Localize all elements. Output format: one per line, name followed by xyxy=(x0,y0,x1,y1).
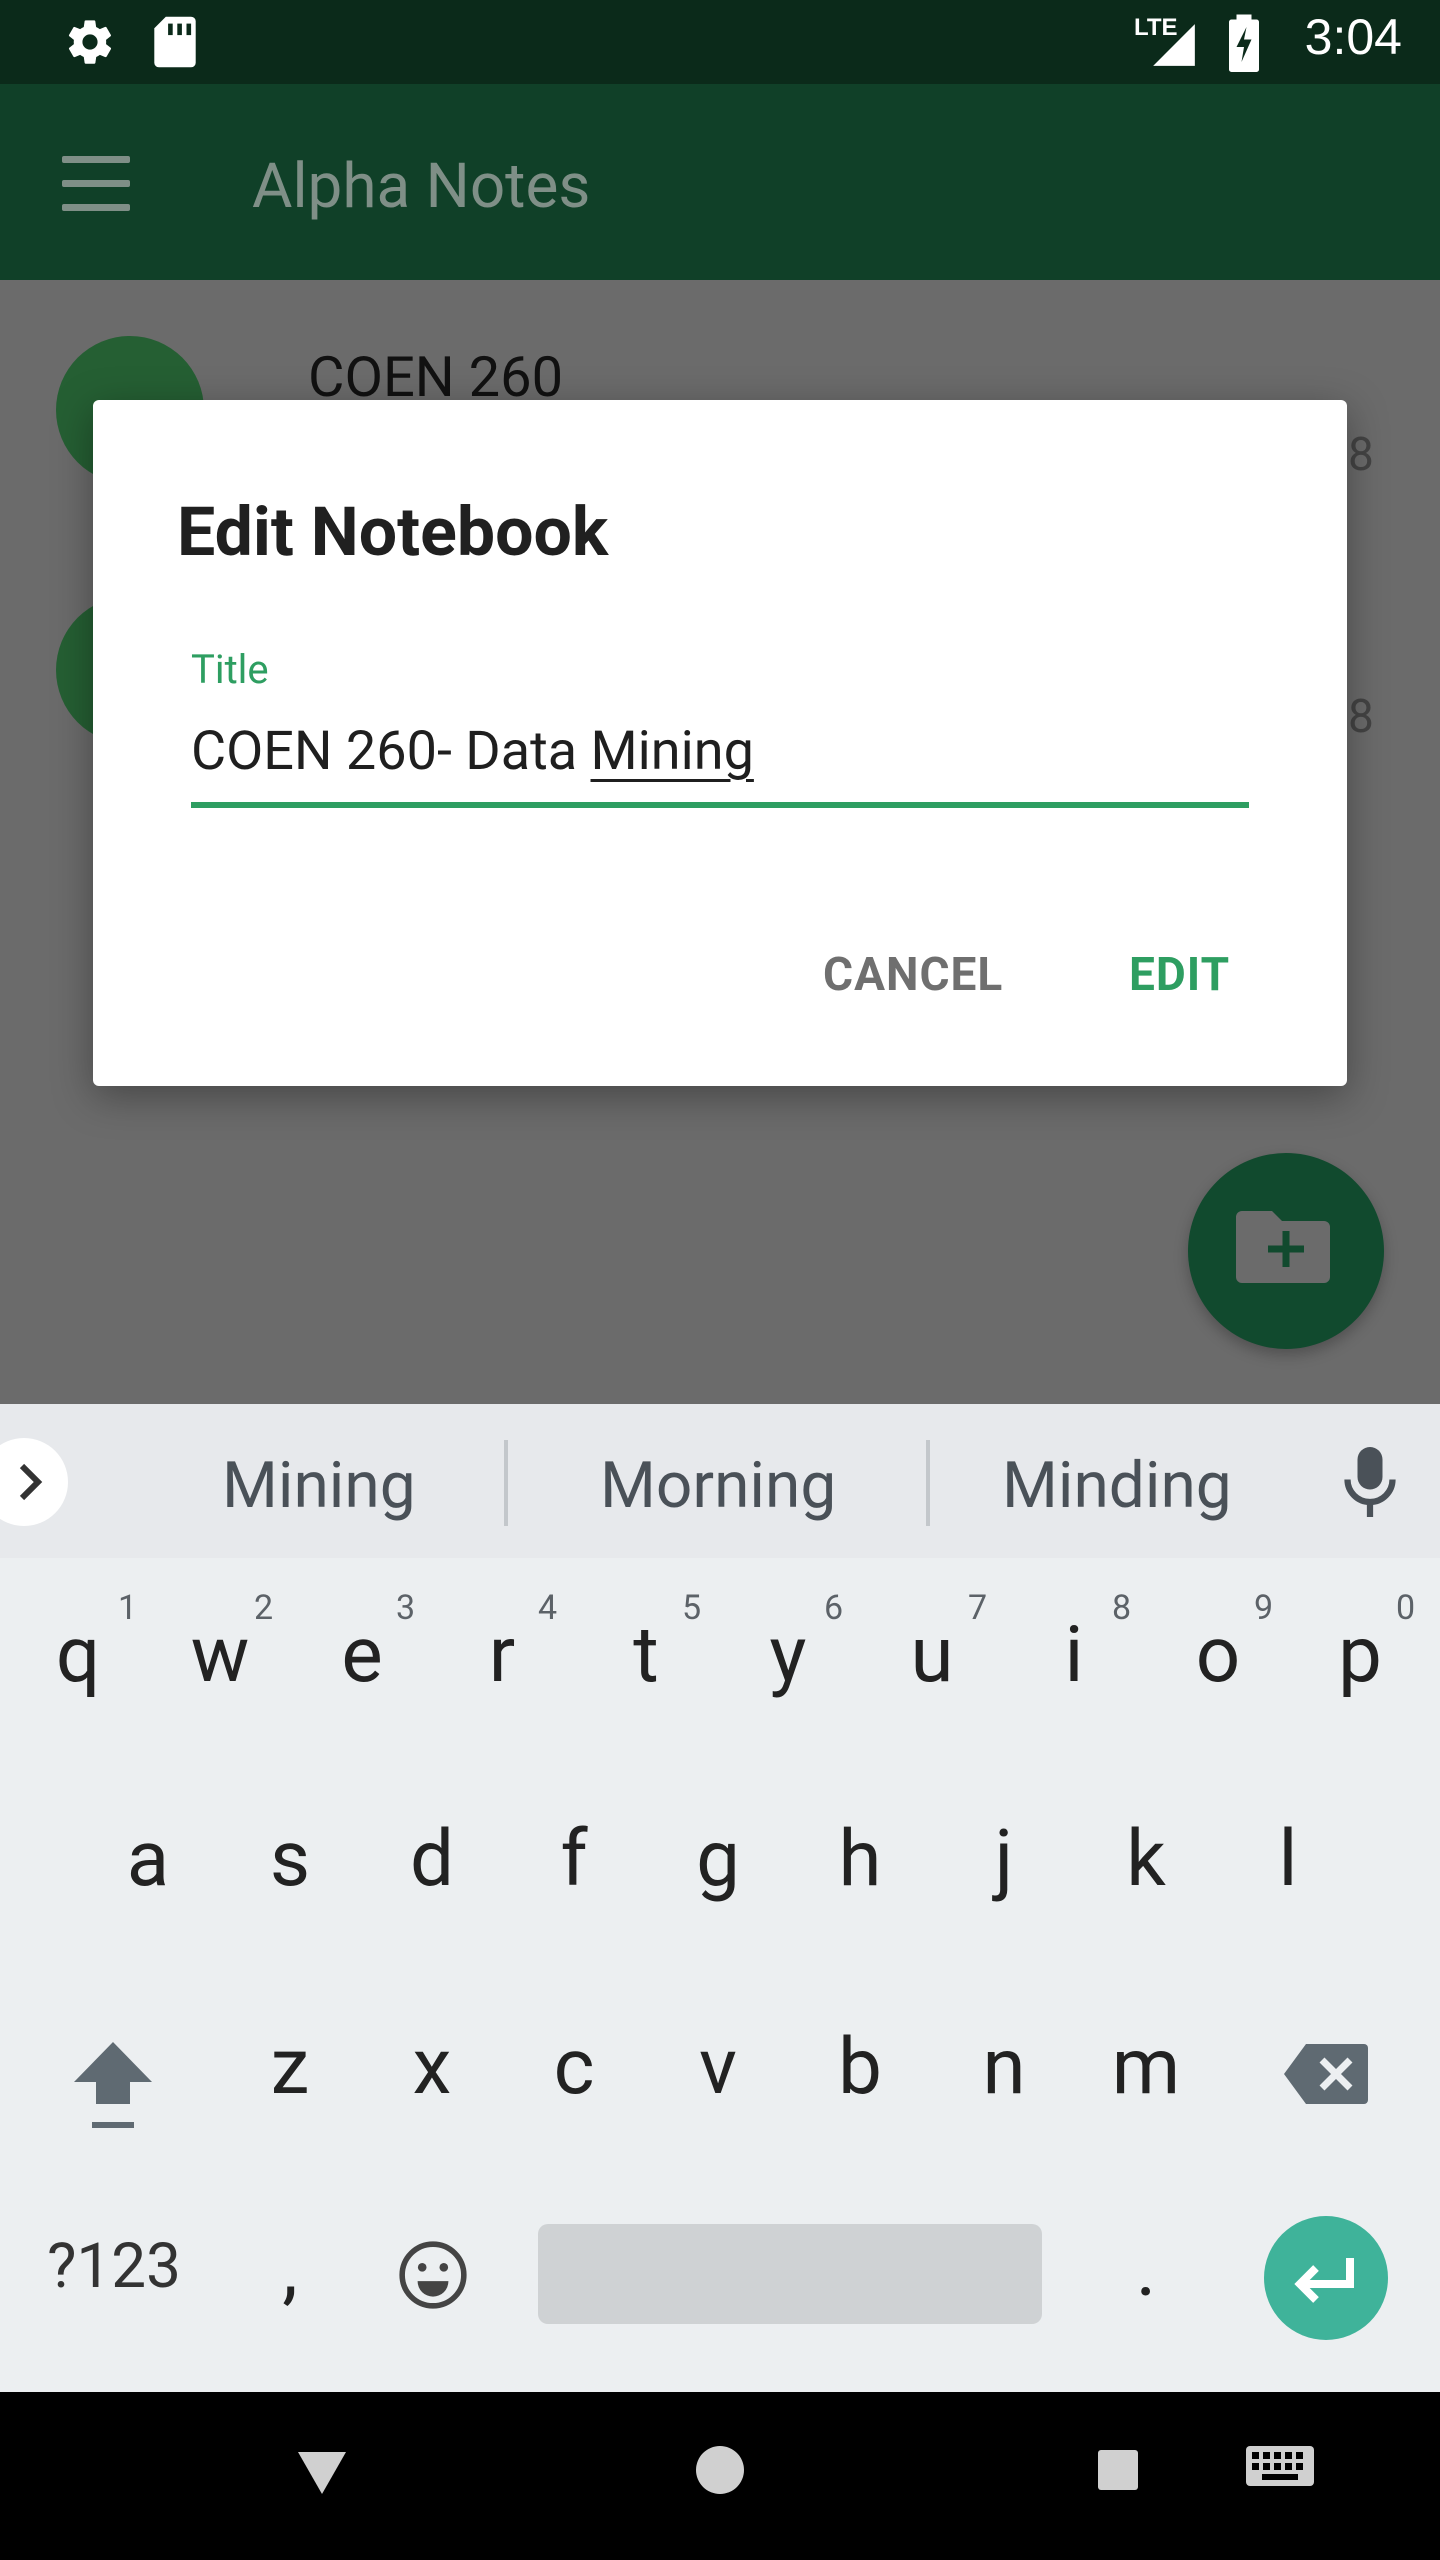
key-k[interactable]: k xyxy=(1086,1814,1206,1905)
composing-word: Mining xyxy=(590,720,754,783)
spacebar[interactable] xyxy=(538,2224,1042,2324)
key-hint-3: 3 xyxy=(396,1588,416,1628)
suggestion-divider xyxy=(926,1440,930,1526)
key-f[interactable]: f xyxy=(514,1814,634,1905)
key-hint-9: 9 xyxy=(1254,1588,1274,1628)
key-d[interactable]: d xyxy=(372,1814,492,1905)
keyboard-switch-icon[interactable] xyxy=(1244,2444,1316,2496)
app-title: Alpha Notes xyxy=(252,150,591,223)
app-bar: Alpha Notes xyxy=(0,84,1440,280)
key-l[interactable]: l xyxy=(1228,1814,1348,1905)
edit-notebook-dialog: Edit Notebook Title COEN 260- Data Minin… xyxy=(93,400,1347,1086)
emoji-icon[interactable] xyxy=(396,2238,470,2312)
clock: 3:04 xyxy=(1304,9,1402,65)
key-hint-6: 6 xyxy=(824,1588,844,1628)
microphone-icon[interactable] xyxy=(1340,1444,1400,1520)
backspace-icon[interactable] xyxy=(1282,2042,1370,2106)
key-hint-2: 2 xyxy=(254,1588,274,1628)
suggestion-divider xyxy=(504,1440,508,1526)
chevron-right-icon xyxy=(19,1463,43,1501)
key-hint-4: 4 xyxy=(538,1588,558,1628)
key-period[interactable]: . xyxy=(1086,2224,1206,2315)
key-hint-0: 0 xyxy=(1396,1588,1416,1628)
enter-icon xyxy=(1294,2258,1354,2303)
expand-suggestions-button[interactable] xyxy=(0,1438,68,1526)
key-m[interactable]: m xyxy=(1086,2022,1206,2113)
key-hint-5: 5 xyxy=(682,1588,702,1628)
suggestion-3[interactable]: Minding xyxy=(1002,1448,1232,1523)
status-bar: LTE 3:04 xyxy=(0,0,1440,84)
dialog-title: Edit Notebook xyxy=(177,492,609,572)
cancel-button[interactable]: CANCEL xyxy=(823,948,1003,1002)
title-field-label: Title xyxy=(191,646,269,693)
key-z[interactable]: z xyxy=(230,2022,350,2113)
key-j[interactable]: j xyxy=(944,1814,1064,1905)
sd-card-icon xyxy=(154,16,196,68)
key-s[interactable]: s xyxy=(230,1814,350,1905)
hamburger-menu-icon[interactable] xyxy=(62,156,130,212)
navigation-bar xyxy=(0,2392,1440,2560)
suggestion-strip: Mining Morning Minding xyxy=(0,1404,1440,1558)
symbols-key[interactable]: ?123 xyxy=(44,2230,184,2303)
add-notebook-button[interactable] xyxy=(1188,1153,1384,1349)
key-hint-8: 8 xyxy=(1112,1588,1132,1628)
title-input-underline xyxy=(191,802,1249,808)
title-input[interactable]: COEN 260- Data Mining xyxy=(191,720,754,783)
notebook-count: 8 xyxy=(1348,690,1374,744)
home-icon[interactable] xyxy=(694,2444,746,2496)
recents-icon[interactable] xyxy=(1096,2448,1140,2492)
key-a[interactable]: a xyxy=(88,1814,208,1905)
notebook-count: 8 xyxy=(1348,428,1374,482)
suggestion-2[interactable]: Morning xyxy=(600,1448,836,1523)
key-g[interactable]: g xyxy=(658,1814,778,1905)
edit-button[interactable]: EDIT xyxy=(1129,948,1230,1002)
key-hint-7: 7 xyxy=(968,1588,988,1628)
title-input-text: COEN 260- Data xyxy=(191,720,591,783)
key-v[interactable]: v xyxy=(658,2022,778,2113)
key-c[interactable]: c xyxy=(514,2022,634,2113)
add-folder-icon xyxy=(1236,1211,1330,1283)
suggestion-1[interactable]: Mining xyxy=(222,1448,416,1523)
signal-icon xyxy=(1153,24,1195,66)
enter-key[interactable] xyxy=(1264,2216,1388,2340)
shift-icon[interactable] xyxy=(68,2036,158,2136)
key-comma[interactable]: , xyxy=(230,2224,350,2315)
back-icon[interactable] xyxy=(294,2448,350,2498)
key-n[interactable]: n xyxy=(944,2022,1064,2113)
key-b[interactable]: b xyxy=(800,2022,920,2113)
battery-charging-icon xyxy=(1229,14,1259,72)
key-hint-1: 1 xyxy=(118,1588,138,1628)
settings-icon xyxy=(68,20,112,64)
key-x[interactable]: x xyxy=(372,2022,492,2113)
key-h[interactable]: h xyxy=(800,1814,920,1905)
